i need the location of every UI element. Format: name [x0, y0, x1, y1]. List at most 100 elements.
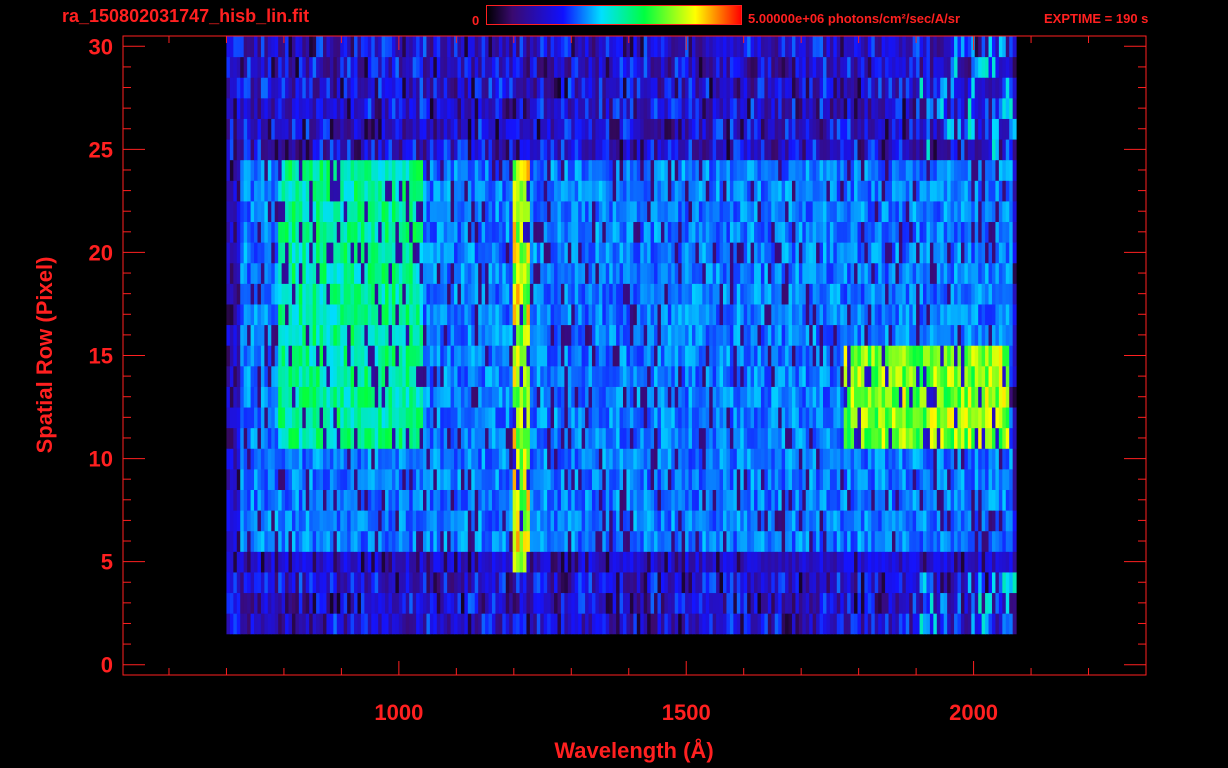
heatmap-cell: [523, 510, 527, 532]
heatmap-cell: [691, 345, 696, 367]
heatmap-cell: [836, 448, 841, 470]
heatmap-cell: [526, 489, 531, 511]
heatmap-cell: [329, 427, 334, 449]
heatmap-cell: [357, 592, 362, 614]
heatmap-cell: [954, 510, 958, 532]
heatmap-cell: [357, 283, 362, 305]
heatmap-cell: [502, 468, 507, 490]
heatmap-cell: [933, 221, 938, 243]
heatmap-cell: [612, 386, 617, 408]
heatmap-cell: [985, 448, 990, 470]
heatmap-cell: [423, 242, 427, 264]
heatmap-cell: [443, 592, 448, 614]
heatmap-cell: [354, 592, 358, 614]
heatmap-cell: [757, 530, 762, 552]
heatmap-cell: [936, 407, 941, 429]
heatmap-cell: [516, 386, 521, 408]
heatmap-cell: [226, 200, 231, 223]
heatmap-cell: [912, 283, 917, 305]
heatmap-cell: [557, 303, 562, 326]
heatmap-cell: [423, 530, 427, 552]
heatmap-cell: [857, 489, 862, 511]
heatmap-cell: [478, 468, 483, 490]
heatmap-cell: [536, 427, 541, 449]
heatmap-cell: [1009, 571, 1014, 594]
heatmap-cell: [719, 510, 724, 532]
heatmap-cell: [326, 242, 331, 264]
heatmap-cell: [295, 613, 300, 635]
heatmap-cell: [736, 262, 741, 284]
heatmap-cell: [591, 365, 596, 387]
heatmap-cell: [729, 386, 734, 408]
heatmap-cell: [605, 345, 610, 367]
heatmap-cell: [226, 407, 231, 429]
heatmap-cell: [829, 448, 834, 470]
heatmap-cell: [302, 180, 307, 202]
heatmap-cell: [664, 262, 669, 284]
heatmap-cell: [667, 551, 672, 573]
heatmap-cell: [705, 200, 710, 223]
heatmap-cell: [557, 427, 562, 449]
heatmap-cell: [291, 345, 296, 367]
heatmap-cell: [298, 468, 303, 490]
heatmap-cell: [902, 489, 907, 511]
heatmap-cell: [729, 221, 734, 243]
heatmap-cell: [267, 468, 272, 490]
heatmap-cell: [878, 530, 883, 552]
heatmap-cell: [664, 324, 669, 346]
heatmap-cell: [323, 324, 327, 346]
heatmap-cell: [340, 530, 345, 552]
heatmap-cell: [509, 365, 514, 387]
heatmap-cell: [447, 510, 452, 532]
heatmap-cell: [743, 407, 748, 429]
heatmap-cell: [526, 365, 531, 387]
heatmap-cell: [626, 221, 631, 243]
heatmap-cell: [312, 221, 317, 243]
heatmap-cell: [688, 407, 693, 429]
heatmap-cell: [536, 283, 541, 305]
heatmap-cell: [312, 283, 317, 305]
heatmap-cell: [285, 510, 290, 532]
heatmap-cell: [605, 427, 610, 449]
heatmap-cell: [474, 262, 479, 284]
heatmap-cell: [288, 200, 293, 223]
heatmap-cell: [916, 448, 921, 470]
heatmap-cell: [467, 221, 472, 243]
heatmap-cell: [836, 221, 841, 243]
heatmap-cell: [767, 221, 772, 243]
heatmap-cell: [733, 365, 738, 387]
heatmap-cell: [947, 386, 952, 408]
heatmap-cell: [395, 365, 400, 387]
heatmap-cell: [498, 510, 503, 532]
heatmap-cell: [674, 468, 679, 490]
heatmap-cell: [657, 448, 662, 470]
heatmap-cell: [633, 324, 638, 346]
heatmap-cell: [247, 571, 252, 594]
heatmap-cell: [840, 407, 845, 429]
heatmap-cell: [578, 303, 583, 326]
heatmap-cell: [905, 386, 910, 408]
heatmap-cell: [498, 242, 503, 264]
heatmap-cell: [295, 283, 300, 305]
heatmap-cell: [960, 427, 965, 449]
heatmap-cell: [678, 530, 683, 552]
heatmap-cell: [543, 468, 548, 490]
heatmap-cell: [519, 551, 524, 573]
heatmap-cell: [354, 283, 358, 305]
heatmap-cell: [629, 242, 634, 264]
heatmap-cell: [405, 242, 410, 264]
heatmap-cell: [288, 571, 293, 594]
heatmap-cell: [240, 510, 245, 532]
heatmap-cell: [667, 489, 672, 511]
heatmap-cell: [454, 489, 458, 511]
heatmap-cell: [781, 407, 786, 429]
heatmap-cell: [491, 571, 496, 594]
heatmap-cell: [826, 510, 831, 532]
heatmap-cell: [936, 592, 941, 614]
heatmap-cell: [933, 345, 938, 367]
heatmap-cell: [336, 489, 341, 511]
heatmap-cell: [260, 530, 265, 552]
heatmap-cell: [350, 530, 355, 552]
heatmap-cell: [526, 303, 531, 326]
heatmap-cell: [764, 221, 769, 243]
